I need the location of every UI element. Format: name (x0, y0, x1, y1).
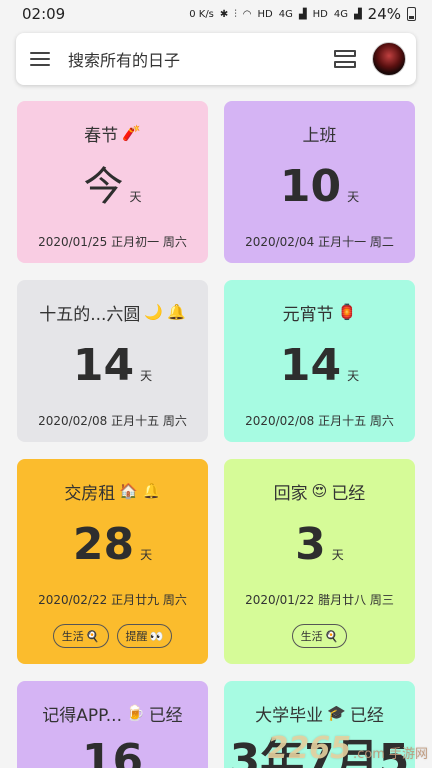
card-count: 14 天 (280, 338, 359, 388)
beer-icon: 🍺 (126, 704, 145, 722)
card-count: 3 天 (295, 517, 344, 567)
card-title: 上班 (302, 121, 337, 146)
tag-label: 生活 (61, 630, 84, 643)
wifi-icon: ◠ (242, 8, 252, 20)
status-icons: 0 K/s ✱ ⫶ ◠ HD 4G ▟ HD 4G ▟ 24% (189, 5, 416, 23)
lantern-icon: 🏮 (337, 303, 357, 321)
day-card-full-moon[interactable]: 十五的...六圆 🌙 🔔 14 天 2020/02/08 正月十五 周六 (17, 280, 208, 442)
tag-list: 生活 🍳 (291, 624, 348, 648)
tag-list: 生活 🍳 提醒 👀 (52, 624, 173, 648)
card-date: 2020/02/08 正月十五 周六 (38, 414, 187, 428)
card-title-text: 交房租 (64, 483, 116, 504)
day-card-lantern-festival[interactable]: 元宵节 🏮 14 天 2020/02/08 正月十五 周六 (224, 280, 415, 442)
count-unit: 天 (347, 369, 360, 383)
tag-life[interactable]: 生活 🍳 (291, 624, 348, 648)
card-date: 2020/02/22 正月廿九 周六 (38, 593, 187, 607)
menu-icon[interactable] (30, 52, 50, 66)
card-title: 大学毕业 🎓 已经 (255, 701, 384, 726)
count-unit: 天 (129, 190, 142, 204)
graduation-cap-icon: 🎓 (327, 704, 346, 722)
count-value: 3 (295, 519, 326, 570)
tag-label: 提醒 (125, 630, 148, 643)
battery-percent: 24% (367, 5, 401, 23)
net-speed: 0 K/s (189, 8, 214, 20)
signal-2-label: 4G (333, 8, 348, 20)
frying-pan-icon: 🍳 (85, 629, 100, 643)
tag-reminder[interactable]: 提醒 👀 (116, 624, 173, 648)
count-unit: 天 (140, 548, 153, 562)
signal-icon-2: ▟ (353, 8, 362, 20)
card-title-suffix: 已经 (148, 705, 183, 726)
card-count: 16 (82, 739, 143, 768)
bluetooth-icon: ✱ (219, 8, 229, 20)
count-value: 今 (83, 164, 124, 210)
search-input[interactable]: 搜索所有的日子 (68, 47, 334, 71)
tag-label: 生活 (300, 630, 323, 643)
status-bar: 02:09 0 K/s ✱ ⫶ ◠ HD 4G ▟ HD 4G ▟ 24% (0, 0, 432, 28)
card-date: 2020/02/08 正月十五 周六 (245, 414, 394, 428)
card-date: 2020/01/25 正月初一 周六 (38, 235, 187, 249)
hd-badge-2: HD (312, 8, 328, 20)
card-title-suffix: 已经 (349, 705, 384, 726)
card-title-text: 记得APP... (42, 705, 122, 726)
house-icon: 🏠 (119, 482, 138, 500)
battery-icon (407, 7, 416, 21)
card-date: 2020/02/04 正月十一 周二 (245, 235, 394, 249)
count-value: 16 (81, 735, 144, 768)
card-title-text: 上班 (302, 125, 337, 146)
card-title: 回家 😍 已经 (273, 479, 366, 504)
count-value: 28 (72, 519, 135, 570)
moon-icon: 🌙 (144, 303, 164, 321)
card-title-suffix: 已经 (331, 483, 366, 504)
card-title: 十五的...六圆 🌙 🔔 (39, 300, 186, 325)
card-title-text: 十五的...六圆 (39, 304, 141, 325)
card-title: 交房租 🏠 🔔 (64, 479, 161, 504)
day-card-rent[interactable]: 交房租 🏠 🔔 28 天 2020/02/22 正月廿九 周六 生活 🍳 提醒 … (17, 459, 208, 664)
card-count: 14 天 (73, 338, 152, 388)
day-card-go-home[interactable]: 回家 😍 已经 3 天 2020/01/22 腊月廿八 周三 生活 🍳 (224, 459, 415, 664)
tag-life[interactable]: 生活 🍳 (52, 624, 109, 648)
card-count: 今 天 (83, 159, 141, 209)
day-card-work[interactable]: 上班 10 天 2020/02/04 正月十一 周二 (224, 101, 415, 263)
heart-eyes-icon: 😍 (311, 482, 328, 500)
day-card-remember-app[interactable]: 记得APP... 🍺 已经 16 (17, 681, 208, 768)
count-unit: 天 (331, 548, 344, 562)
card-title-text: 回家 (273, 483, 308, 504)
card-title-text: 春节 (84, 125, 119, 146)
eyes-icon: 👀 (149, 629, 164, 643)
card-title-text: 元宵节 (282, 304, 334, 325)
card-title: 春节 🧨 (84, 121, 141, 146)
card-count: 28 天 (73, 517, 152, 567)
card-title: 记得APP... 🍺 已经 (42, 701, 183, 726)
search-bar[interactable]: 搜索所有的日子 (16, 33, 416, 85)
firecracker-icon: 🧨 (122, 124, 141, 142)
count-value: 10 (279, 161, 342, 212)
signal-icon: ▟ (298, 8, 307, 20)
card-date: 2020/01/22 腊月廿八 周三 (245, 593, 394, 607)
watermark: 2265 .com 手游网 (267, 731, 428, 766)
bell-icon: 🔔 (167, 303, 186, 321)
day-card-spring-festival[interactable]: 春节 🧨 今 天 2020/01/25 正月初一 周六 (17, 101, 208, 263)
card-count: 10 天 (280, 159, 359, 209)
view-toggle-icon[interactable] (334, 50, 356, 68)
watermark-text: .com 手游网 (352, 747, 428, 762)
signal-1-label: 4G (278, 8, 293, 20)
count-unit: 天 (347, 190, 360, 204)
card-title-text: 大学毕业 (255, 705, 324, 726)
card-title: 元宵节 🏮 (282, 300, 357, 325)
avatar[interactable] (372, 42, 406, 76)
count-value: 14 (279, 340, 342, 391)
hd-badge-1: HD (257, 8, 273, 20)
frying-pan-icon: 🍳 (324, 629, 339, 643)
status-time: 02:09 (22, 5, 66, 23)
bell-icon: 🔔 (142, 482, 161, 500)
watermark-number: 2265 (267, 731, 351, 766)
count-unit: 天 (140, 369, 153, 383)
vibrate-icon: ⫶ (234, 8, 237, 20)
count-value: 14 (72, 340, 135, 391)
